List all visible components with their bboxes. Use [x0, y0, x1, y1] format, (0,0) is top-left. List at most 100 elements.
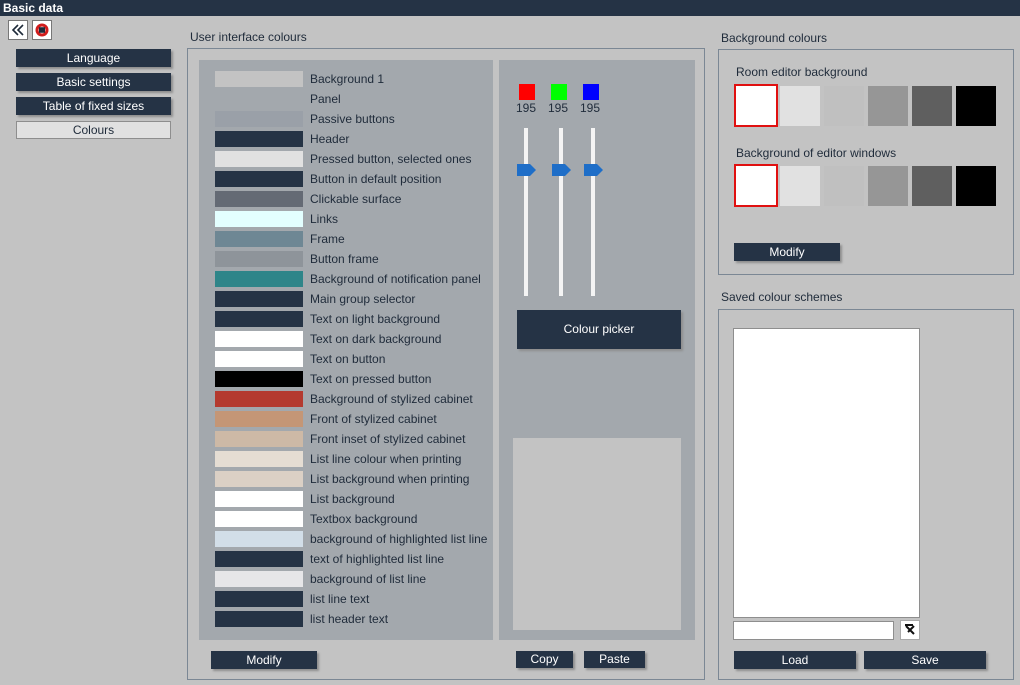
colour-swatch[interactable] — [215, 271, 303, 287]
colour-swatch-box[interactable] — [215, 611, 303, 627]
modify-ui-colours-button[interactable]: Modify — [211, 651, 317, 669]
colour-swatch-box[interactable] — [215, 511, 303, 527]
save-scheme-button[interactable]: Save — [864, 651, 986, 669]
colour-swatch[interactable] — [215, 71, 303, 87]
colour-swatch-box[interactable] — [215, 251, 303, 267]
colour-swatch-box[interactable] — [215, 311, 303, 327]
editor-window-swatch[interactable] — [780, 166, 820, 206]
colour-picker-button[interactable]: Colour picker — [517, 310, 681, 349]
red-slider-track[interactable] — [524, 128, 528, 296]
colour-swatch-box[interactable] — [215, 371, 303, 387]
colour-swatch[interactable] — [215, 451, 303, 467]
colour-swatch[interactable] — [215, 331, 303, 347]
room-editor-swatch[interactable] — [868, 86, 908, 126]
editor-window-swatch[interactable] — [868, 166, 908, 206]
colour-swatch-box[interactable] — [215, 231, 303, 247]
colour-swatch[interactable] — [215, 111, 303, 127]
colour-swatch[interactable] — [215, 391, 303, 407]
room-editor-swatch[interactable] — [734, 84, 778, 127]
colour-swatch-box[interactable] — [215, 111, 303, 127]
colour-swatch[interactable] — [215, 471, 303, 487]
colour-swatch-box[interactable] — [215, 171, 303, 187]
green-slider-thumb[interactable] — [552, 164, 572, 176]
nav-language-button[interactable]: Language — [16, 49, 171, 67]
colour-swatch[interactable] — [215, 551, 303, 567]
room-editor-swatch[interactable] — [780, 86, 820, 126]
colour-swatch-box[interactable] — [215, 431, 303, 447]
colour-swatch-box[interactable] — [215, 331, 303, 347]
colour-swatch-label: list line text — [310, 592, 370, 606]
room-editor-swatch[interactable] — [956, 86, 996, 126]
colour-swatch-label: Text on dark background — [310, 332, 442, 346]
colour-swatch[interactable] — [215, 291, 303, 307]
colour-swatch[interactable] — [215, 211, 303, 227]
colour-swatch[interactable] — [215, 531, 303, 547]
colour-swatch[interactable] — [215, 511, 303, 527]
colour-swatch-box[interactable] — [215, 91, 303, 107]
colour-swatch[interactable] — [215, 91, 303, 107]
colour-swatch-box[interactable] — [215, 391, 303, 407]
colour-swatch-box[interactable] — [215, 131, 303, 147]
red-slider-thumb[interactable] — [517, 164, 537, 176]
saved-schemes-list[interactable] — [733, 328, 920, 618]
colour-swatch[interactable] — [215, 571, 303, 587]
colour-swatch[interactable] — [215, 231, 303, 247]
colour-swatch-box[interactable] — [215, 551, 303, 567]
colour-swatch-box[interactable] — [215, 291, 303, 307]
colour-swatch-box[interactable] — [215, 71, 303, 87]
editor-window-swatch[interactable] — [824, 166, 864, 206]
window-title: Basic data — [0, 0, 1020, 16]
editor-window-swatch[interactable] — [956, 166, 996, 206]
colour-swatch-label: Links — [310, 212, 339, 226]
colour-swatch-label: Clickable surface — [310, 192, 402, 206]
colour-swatch-box[interactable] — [215, 191, 303, 207]
load-scheme-button[interactable]: Load — [734, 651, 856, 669]
colour-swatch[interactable] — [215, 411, 303, 427]
help-button[interactable] — [32, 20, 52, 40]
blue-slider-thumb[interactable] — [584, 164, 604, 176]
nav-basic-settings-button[interactable]: Basic settings — [16, 73, 171, 91]
paste-button[interactable]: Paste — [584, 651, 645, 668]
colour-swatch-box[interactable] — [215, 211, 303, 227]
colour-swatch-label: Frame — [310, 232, 345, 246]
modify-background-button[interactable]: Modify — [734, 243, 840, 261]
room-editor-swatch[interactable] — [824, 86, 864, 126]
colour-swatch[interactable] — [215, 311, 303, 327]
green-slider-track[interactable] — [559, 128, 563, 296]
colour-swatch[interactable] — [215, 431, 303, 447]
colour-swatch-box[interactable] — [215, 451, 303, 467]
editor-window-swatch[interactable] — [912, 166, 952, 206]
colour-swatch[interactable] — [215, 151, 303, 167]
editor-window-swatch[interactable] — [734, 164, 778, 207]
colour-swatch[interactable] — [215, 131, 303, 147]
colour-swatch[interactable] — [215, 371, 303, 387]
colour-swatch-box[interactable] — [215, 491, 303, 507]
colour-swatch[interactable] — [215, 591, 303, 607]
copy-button[interactable]: Copy — [516, 651, 573, 668]
blue-slider-track[interactable] — [591, 128, 595, 296]
colour-swatch-box[interactable] — [215, 411, 303, 427]
colour-swatch-box[interactable] — [215, 471, 303, 487]
colour-swatch-label: Passive buttons — [310, 112, 395, 126]
colour-swatch[interactable] — [215, 251, 303, 267]
colour-swatch[interactable] — [215, 491, 303, 507]
background-colours-group — [718, 49, 1014, 275]
colour-swatch[interactable] — [215, 171, 303, 187]
colour-swatch-box[interactable] — [215, 591, 303, 607]
colour-swatch[interactable] — [215, 351, 303, 367]
colour-swatch-box[interactable] — [215, 351, 303, 367]
clear-name-button[interactable] — [900, 620, 920, 640]
scheme-name-input[interactable] — [733, 621, 894, 640]
colour-swatch-box[interactable] — [215, 271, 303, 287]
back-button[interactable] — [8, 20, 28, 40]
colour-swatch-box[interactable] — [215, 571, 303, 587]
green-channel-swatch — [551, 84, 567, 100]
nav-fixed-sizes-button[interactable]: Table of fixed sizes — [16, 97, 171, 115]
room-editor-swatch[interactable] — [912, 86, 952, 126]
colour-swatch-box[interactable] — [215, 151, 303, 167]
nav-colours-button[interactable]: Colours — [16, 121, 171, 139]
colour-swatch[interactable] — [215, 611, 303, 627]
colour-swatch-label: Background 1 — [310, 72, 385, 86]
colour-swatch[interactable] — [215, 191, 303, 207]
colour-swatch-box[interactable] — [215, 531, 303, 547]
